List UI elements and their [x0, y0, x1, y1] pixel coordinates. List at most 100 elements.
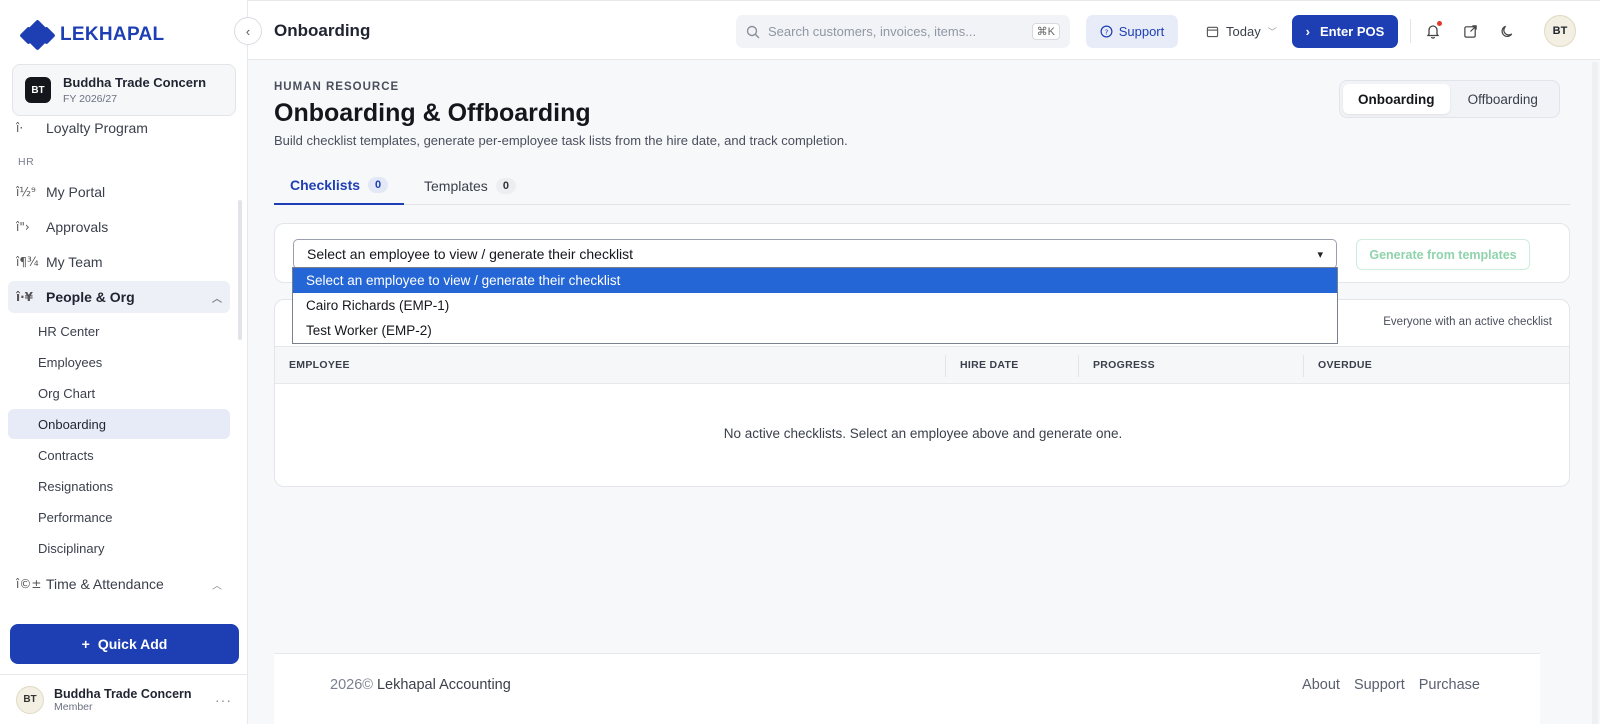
copyright-company: Lekhapal Accounting	[376, 677, 511, 693]
table-caption: Everyone with an active checklist	[1383, 316, 1552, 328]
sidebar-item-time-attendance[interactable]: î©± Time & Attendance ︿	[8, 568, 230, 600]
sidebar-scrollbar[interactable]	[238, 200, 242, 340]
avatar[interactable]: BT	[1544, 15, 1576, 47]
support-label: Support	[1118, 24, 1165, 39]
page-heading: Onboarding & Offboarding	[274, 99, 591, 127]
page-kicker: HUMAN RESOURCE	[274, 81, 400, 93]
column-employee[interactable]: EMPLOYEE	[289, 359, 350, 371]
page-footer: 2026© Lekhapal Accounting About Support …	[274, 653, 1540, 724]
notifications-button[interactable]	[1421, 19, 1445, 43]
select-option[interactable]: Cairo Richards (EMP-1)	[293, 293, 1337, 318]
footer-link-purchase[interactable]: Purchase	[1419, 677, 1480, 693]
copyright: 2026© Lekhapal Accounting	[330, 677, 511, 693]
sidebar-item-label: People & Org	[46, 289, 135, 305]
theme-toggle[interactable]	[1495, 19, 1519, 43]
column-divider	[1303, 355, 1304, 377]
sidebar-subitem-performance[interactable]: Performance	[8, 502, 230, 532]
sidebar-item-approvals[interactable]: î"› Approvals	[8, 211, 230, 243]
sidebar-subitem-org-chart[interactable]: Org Chart	[8, 378, 230, 408]
company-name: Buddha Trade Concern	[63, 75, 207, 90]
select-option[interactable]: Select an employee to view / generate th…	[293, 268, 1337, 293]
company-switcher[interactable]: BT Buddha Trade Concern FY 2026/27	[12, 64, 236, 116]
sidebar-subitem-onboarding[interactable]: Onboarding	[8, 409, 230, 439]
fiscal-year: FY 2026/27	[63, 93, 118, 105]
column-hire-date[interactable]: HIRE DATE	[960, 359, 1019, 371]
help-circle-icon: ?	[1100, 25, 1113, 38]
topbar: Onboarding ⌘K ? Support Today ﹀ › Enter …	[248, 0, 1600, 60]
tab-templates[interactable]: Templates 0	[408, 167, 532, 205]
search-bar[interactable]: ⌘K	[736, 15, 1070, 48]
column-progress[interactable]: PROGRESS	[1093, 359, 1155, 371]
sidebar-item-label: Time & Attendance	[46, 576, 164, 592]
select-option[interactable]: Test Worker (EMP-2)	[293, 318, 1337, 343]
date-label: Today	[1226, 24, 1261, 39]
sidebar-subitem-resignations[interactable]: Resignations	[8, 471, 230, 501]
tab-bar: Checklists 0 Templates 0	[274, 167, 1570, 205]
quick-add-button[interactable]: + Quick Add	[10, 624, 239, 664]
brand-name: LEKHAPAL	[60, 24, 165, 45]
main-content: HUMAN RESOURCE Onboarding & Offboarding …	[248, 61, 1600, 724]
sidebar-subitem-hr-center[interactable]: HR Center	[8, 316, 230, 346]
enter-pos-button[interactable]: › Enter POS	[1292, 15, 1398, 48]
sidebar-subitem-contracts[interactable]: Contracts	[8, 440, 230, 470]
footer-link-support[interactable]: Support	[1354, 677, 1405, 693]
column-divider	[1078, 355, 1079, 377]
count-badge: 0	[368, 177, 389, 193]
user-role: Member	[54, 700, 93, 713]
sidebar-item-my-portal[interactable]: î½⁹ My Portal	[8, 176, 230, 208]
sidebar-item-loyalty-program[interactable]: î· Loyalty Program	[8, 118, 230, 144]
team-icon: î¶¾	[16, 255, 39, 269]
toggle-onboarding[interactable]: Onboarding	[1343, 84, 1450, 114]
employee-select-dropdown: Select an employee to view / generate th…	[292, 267, 1338, 344]
svg-text:?: ?	[1104, 27, 1108, 36]
select-value: Select an employee to view / generate th…	[307, 246, 634, 262]
date-filter[interactable]: Today ﹀	[1206, 15, 1277, 48]
sidebar-subitem-disciplinary[interactable]: Disciplinary	[8, 533, 230, 563]
search-icon	[746, 25, 760, 38]
sidebar-item-my-team[interactable]: î¶¾ My Team	[8, 246, 230, 278]
portal-icon: î½⁹	[16, 185, 36, 199]
sidebar-subitem-employees[interactable]: Employees	[8, 347, 230, 377]
open-external-button[interactable]	[1458, 19, 1482, 43]
clock-icon: î©±	[16, 577, 42, 591]
toolbar-divider	[1410, 19, 1411, 43]
nav-section-hr: HR	[18, 156, 35, 168]
chevron-down-icon: ﹀	[1267, 27, 1277, 37]
sidebar-item-label: My Team	[46, 254, 103, 270]
footer-link-about[interactable]: About	[1302, 677, 1340, 693]
company-avatar: BT	[25, 77, 51, 103]
search-shortcut: ⌘K	[1031, 23, 1060, 40]
toggle-offboarding[interactable]: Offboarding	[1450, 84, 1557, 114]
empty-state-message: No active checklists. Select an employee…	[723, 426, 1123, 441]
enter-pos-label: Enter POS	[1320, 24, 1385, 39]
employee-select[interactable]: Select an employee to view / generate th…	[293, 239, 1337, 269]
user-menu[interactable]: BT Buddha Trade Concern Member ···	[0, 674, 248, 724]
more-icon[interactable]: ···	[215, 692, 232, 708]
moon-icon	[1501, 25, 1512, 37]
chevron-right-icon: ›	[1305, 24, 1311, 39]
chevron-left-icon: ‹	[245, 23, 251, 39]
sidebar: LEKHAPAL BT Buddha Trade Concern FY 2026…	[0, 0, 248, 724]
sidebar-item-label: Loyalty Program	[46, 120, 148, 136]
tab-checklists[interactable]: Checklists 0	[274, 167, 405, 205]
chevron-down-icon: ▾	[1317, 248, 1323, 261]
generate-from-templates-button[interactable]: Generate from templates	[1356, 239, 1530, 270]
collapse-sidebar-button[interactable]: ‹	[234, 17, 262, 45]
notification-dot	[1437, 21, 1442, 26]
logo-icon	[19, 19, 56, 51]
approvals-icon: î"›	[16, 220, 30, 234]
brand-logo[interactable]: LEKHAPAL	[19, 19, 165, 51]
table-header: EMPLOYEE HIRE DATE PROGRESS OVERDUE	[275, 346, 1569, 384]
column-divider	[945, 355, 946, 377]
page-scrollbar[interactable]	[1592, 62, 1598, 724]
quick-add-label: Quick Add	[97, 636, 168, 652]
sidebar-item-people-org[interactable]: î·¥ People & Org ︿	[8, 281, 230, 313]
sidebar-item-label: Approvals	[46, 219, 109, 235]
search-input[interactable]	[768, 24, 1018, 39]
column-overdue[interactable]: OVERDUE	[1318, 359, 1372, 371]
avatar: BT	[16, 685, 44, 714]
people-icon: î·¥	[16, 290, 34, 304]
support-button[interactable]: ? Support	[1086, 15, 1178, 48]
user-name: Buddha Trade Concern	[54, 686, 192, 701]
chevron-up-icon: ︿	[212, 580, 222, 592]
